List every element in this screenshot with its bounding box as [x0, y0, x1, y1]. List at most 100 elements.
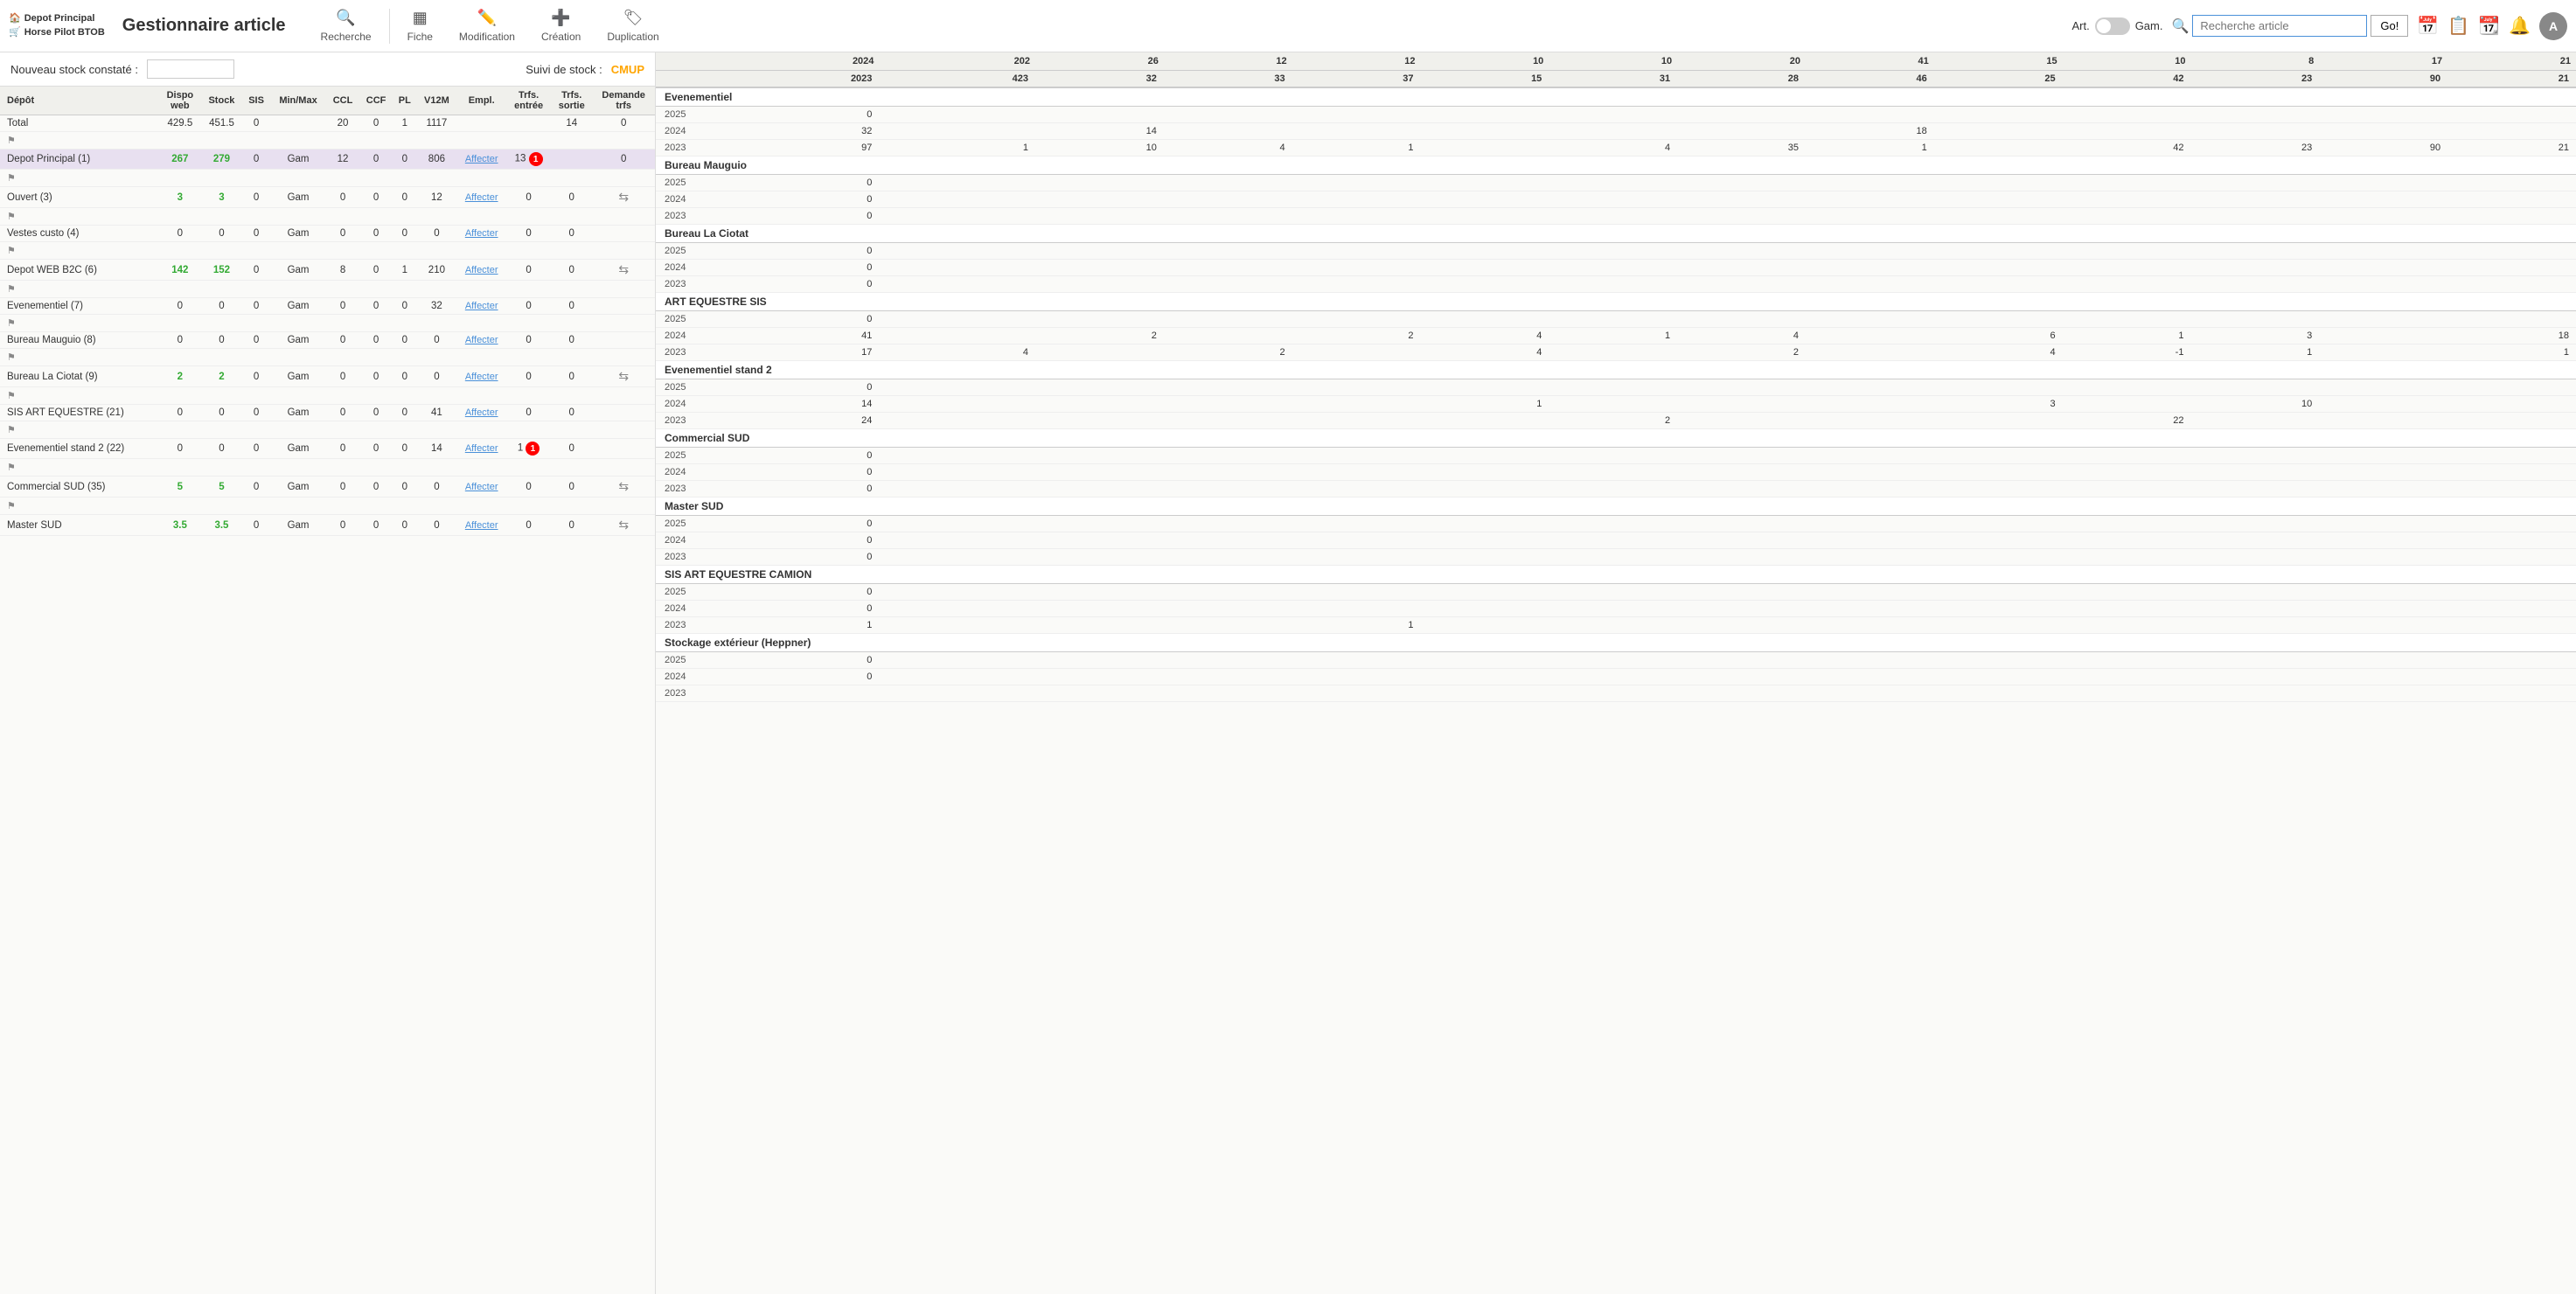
- data-cell: [1292, 208, 1421, 225]
- data-cell: [2447, 652, 2576, 669]
- data-cell: [1806, 601, 1934, 617]
- data-cell: [2063, 123, 2191, 140]
- data-cell: [1420, 379, 1549, 396]
- data-cell: [1420, 669, 1549, 685]
- data-cell: [1549, 549, 1677, 566]
- data-cell: 1: [1549, 328, 1677, 344]
- nav-fiche[interactable]: ▦ Fiche: [399, 5, 442, 46]
- ccl-val: 0: [326, 298, 359, 315]
- year-cell: 2023: [656, 549, 695, 566]
- v12m-val: 0: [417, 332, 457, 349]
- data-cell: [1806, 413, 1934, 429]
- data-cell: [2063, 260, 2191, 276]
- dept-header-row: Stockage extérieur (Heppner): [656, 634, 2576, 652]
- pl-val: 0: [393, 150, 416, 170]
- trfs-sortie-val: 0: [551, 226, 592, 242]
- data-cell: [2190, 617, 2319, 634]
- data-cell: [1549, 123, 1677, 140]
- affecter-button[interactable]: Affecter: [465, 335, 498, 345]
- search-icon-btn[interactable]: 🔍: [2171, 17, 2189, 35]
- avatar[interactable]: A: [2539, 12, 2567, 40]
- data-cell: [1420, 191, 1549, 208]
- calendar-btn[interactable]: 📆: [2478, 15, 2500, 37]
- right-header-col: 41: [1806, 52, 1934, 71]
- data-cell: 10: [1035, 140, 1164, 157]
- affecter-button[interactable]: Affecter: [465, 192, 498, 203]
- demande-trfs-val: ⇆: [592, 260, 655, 281]
- year-cell: 2024: [656, 601, 695, 617]
- calendar-view-btn[interactable]: 📅: [2417, 15, 2439, 37]
- affecter-button[interactable]: Affecter: [465, 443, 498, 454]
- go-button[interactable]: Go!: [2371, 15, 2408, 37]
- affecter-button[interactable]: Affecter: [465, 228, 498, 239]
- data-cell: [2190, 123, 2319, 140]
- data-cell: [1292, 396, 1421, 413]
- data-cell: [1164, 685, 1292, 702]
- right-subheader-col: 23: [2190, 71, 2319, 88]
- affecter-button[interactable]: Affecter: [465, 482, 498, 492]
- minmax-val: Gam: [270, 405, 326, 421]
- data-cell: 1: [2063, 328, 2191, 344]
- affecter-button[interactable]: Affecter: [465, 372, 498, 382]
- data-cell: [2319, 243, 2447, 260]
- sis-val: 0: [242, 515, 270, 536]
- data-cell: [1934, 652, 2063, 669]
- affecter-button[interactable]: Affecter: [465, 154, 498, 164]
- nav-recherche[interactable]: 🔍 Recherche: [312, 5, 380, 46]
- stock-input[interactable]: [147, 59, 234, 79]
- data-cell: [879, 175, 1035, 191]
- data-cell: [2190, 481, 2319, 497]
- data-cell: [2190, 276, 2319, 293]
- flag-row: ⚑: [0, 459, 655, 477]
- data-cell: [2063, 601, 2191, 617]
- data-cell: [1420, 601, 1549, 617]
- data-cell: [1677, 584, 1806, 601]
- list-btn[interactable]: 📋: [2447, 15, 2469, 37]
- data-cell: [2190, 208, 2319, 225]
- depot-name: Bureau La Ciotat (9): [7, 372, 98, 382]
- affecter-button[interactable]: Affecter: [465, 301, 498, 311]
- right-header-col: [656, 52, 695, 71]
- data-cell: [2319, 396, 2447, 413]
- data-cell: 0: [695, 584, 879, 601]
- data-cell: [2190, 448, 2319, 464]
- depot-name: Commercial SUD (35): [7, 482, 105, 492]
- data-cell: [1164, 669, 1292, 685]
- data-cell: [1164, 652, 1292, 669]
- data-cell: 2: [1292, 328, 1421, 344]
- nav-duplication[interactable]: 🏷 Duplication: [598, 5, 667, 46]
- depot-name: SIS ART EQUESTRE (21): [7, 407, 124, 418]
- year-cell: 2024: [656, 396, 695, 413]
- th-demande-trfs: Demandetrfs: [592, 87, 655, 115]
- data-cell: 35: [1677, 140, 1806, 157]
- data-cell: [1806, 276, 1934, 293]
- affecter-button[interactable]: Affecter: [465, 407, 498, 418]
- ccl-val: 0: [326, 439, 359, 459]
- right-subheader-col: 37: [1292, 71, 1421, 88]
- art-toggle[interactable]: [2095, 17, 2130, 35]
- data-cell: [1677, 464, 1806, 481]
- data-cell: [2190, 532, 2319, 549]
- nav-modification[interactable]: ✏️ Modification: [450, 5, 524, 46]
- affecter-button[interactable]: Affecter: [465, 265, 498, 275]
- data-cell: [879, 685, 1035, 702]
- demande-trfs-val: ⇆: [592, 477, 655, 497]
- data-cell: [1677, 396, 1806, 413]
- affecter-button[interactable]: Affecter: [465, 520, 498, 531]
- dispo-web-val: 3.5: [159, 515, 201, 536]
- nav-creation[interactable]: ➕ Création: [533, 5, 589, 46]
- th-stock: Stock: [201, 87, 242, 115]
- th-ccf: CCF: [359, 87, 393, 115]
- right-header-col: 202: [879, 52, 1035, 71]
- data-cell: [1292, 464, 1421, 481]
- bell-btn[interactable]: 🔔: [2509, 15, 2531, 37]
- sis-val: 0: [242, 226, 270, 242]
- data-cell: [879, 481, 1035, 497]
- data-cell: [879, 516, 1035, 532]
- year-cell: 2023: [656, 140, 695, 157]
- search-input[interactable]: [2192, 15, 2367, 37]
- data-cell: [1677, 601, 1806, 617]
- empl-val: Affecter: [456, 260, 506, 281]
- right-data-row: 20239711041435142239021: [656, 140, 2576, 157]
- flag-icon: ⚑: [7, 212, 16, 222]
